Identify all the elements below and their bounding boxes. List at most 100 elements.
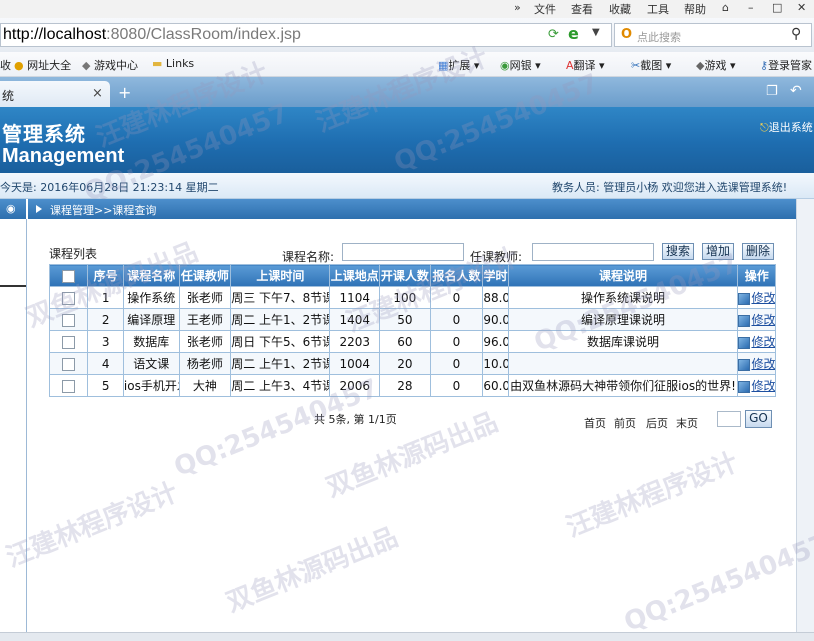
cell-no: 4 [87, 352, 124, 375]
edit-icon[interactable] [738, 380, 751, 393]
favorites-bar: 收 ● 网址大全 ◆ 游戏中心 ▬ Links ▦扩展 ▾ ◉网银 ▾ A翻译 … [0, 52, 814, 77]
row-select-cell[interactable] [48, 374, 89, 397]
row-checkbox[interactable] [62, 379, 76, 393]
edit-link[interactable]: 修改 [751, 313, 774, 327]
toolbar-bank[interactable]: ◉网银 ▾ [500, 57, 541, 73]
menu-tools[interactable]: 工具 [647, 1, 669, 17]
new-tab-icon[interactable]: + [118, 83, 131, 102]
toolbar-extensions[interactable]: ▦扩展 ▾ [438, 57, 479, 73]
cell-no: 3 [87, 330, 124, 353]
app-title-en: Management [2, 145, 125, 167]
cell-place: 1104 [329, 286, 381, 309]
collapse-icon[interactable]: ◉ [6, 202, 16, 215]
menu-favorites[interactable]: 收藏 [609, 1, 631, 17]
table-row: 4 语文课 杨老师 周二 上午1、2节课 1004 20 0 10.0 修改 [48, 352, 776, 375]
undo-icon[interactable]: ↶ [790, 83, 802, 99]
edit-icon[interactable] [738, 358, 751, 371]
menu-file[interactable]: 文件 [534, 1, 556, 17]
col-header-place: 上课地点 [329, 264, 381, 287]
url-path: :8080/ClassRoom/index.jsp [106, 26, 301, 43]
row-select-cell[interactable] [48, 308, 89, 331]
info-bar: 今天是: 2016年06月28日 21:23:14 星期二 教务人员: 管理员小… [0, 173, 814, 199]
cell-desc [507, 352, 739, 375]
close-tab-icon[interactable]: × [92, 86, 103, 101]
fav-label: Links [165, 57, 195, 70]
cell-teacher: 王老师 [178, 308, 232, 331]
left-panel-header: ◉ [0, 199, 26, 219]
edit-link[interactable]: 修改 [751, 291, 774, 305]
row-select-cell[interactable] [48, 286, 89, 309]
menu-help[interactable]: 帮助 [684, 1, 706, 17]
edit-icon[interactable] [738, 314, 751, 327]
cell-enrolled: 0 [429, 330, 484, 353]
breadcrumb: 课程管理>>课程查询 [28, 199, 802, 219]
fav-item-games[interactable]: ◆ 游戏中心 [82, 57, 138, 73]
cell-action: 修改 [737, 308, 776, 331]
teacher-label: 任课教师: [470, 250, 523, 264]
page-number-input[interactable] [717, 411, 741, 427]
row-checkbox[interactable] [62, 335, 76, 349]
row-checkbox[interactable] [62, 313, 76, 327]
delete-button[interactable]: 删除 [742, 243, 774, 260]
pin-icon[interactable]: ⌂ [722, 1, 729, 14]
cell-hours: 88.0 [482, 286, 509, 309]
toolbar-login[interactable]: ⚷登录管家 [760, 57, 812, 73]
tab-active[interactable]: 统 × [0, 81, 110, 107]
toolbar-translate[interactable]: A翻译 ▾ [566, 57, 605, 73]
app-title-cn: 管理系统 [2, 122, 86, 146]
search-box[interactable]: O 点此搜索 ⚲ [614, 23, 812, 47]
cell-desc: 由双鱼林源码大神带领你们征服ios的世界! [507, 374, 739, 397]
breadcrumb-text: 课程管理>>课程查询 [50, 204, 157, 217]
last-page-link[interactable]: 末页 [676, 415, 698, 431]
edit-link[interactable]: 修改 [751, 379, 774, 393]
refresh-icon[interactable]: ⟳ [548, 27, 559, 42]
go-button[interactable]: GO [745, 410, 772, 428]
scrollbar[interactable] [796, 199, 814, 640]
row-select-cell[interactable] [48, 352, 89, 375]
ie-mode-icon[interactable]: e [568, 24, 579, 43]
url-host: http://localhost [3, 26, 107, 43]
minimize-icon[interactable]: – [748, 1, 754, 14]
cell-capacity: 28 [379, 374, 431, 397]
row-select-cell[interactable] [48, 330, 89, 353]
prev-page-link[interactable]: 前页 [614, 415, 636, 431]
toolbar-games[interactable]: ◆游戏 ▾ [696, 57, 736, 73]
toolbar-screenshot[interactable]: ✂截图 ▾ [631, 57, 671, 73]
fav-item-links[interactable]: ▬ Links [152, 57, 194, 70]
edit-link[interactable]: 修改 [751, 357, 774, 371]
add-button[interactable]: 增加 [702, 243, 734, 260]
edit-icon[interactable] [738, 336, 751, 349]
toolbar-label: 扩展 [448, 59, 471, 72]
cell-no: 5 [87, 374, 124, 397]
chevron-down-icon[interactable]: ▼ [592, 27, 600, 38]
edit-icon[interactable] [738, 292, 751, 305]
search-icon[interactable]: ⚲ [791, 26, 801, 42]
course-name-input[interactable] [342, 243, 464, 261]
col-header-capacity: 开课人数 [379, 264, 431, 287]
close-window-icon[interactable]: ✕ [797, 1, 806, 14]
row-checkbox[interactable] [62, 291, 76, 305]
cell-name: 操作系统 [122, 286, 180, 309]
menu-overflow-icon[interactable]: » [514, 1, 521, 14]
cell-hours: 96.0 [482, 330, 509, 353]
menu-view[interactable]: 查看 [571, 1, 593, 17]
logout-link[interactable]: ⎋退出系统 [760, 119, 813, 135]
fav-label: 游戏中心 [93, 59, 138, 72]
row-checkbox[interactable] [62, 357, 76, 371]
restore-tab-icon[interactable]: ❐ [766, 84, 778, 99]
edit-link[interactable]: 修改 [751, 335, 774, 349]
select-all-checkbox[interactable] [62, 269, 76, 283]
select-all-header[interactable] [48, 264, 89, 287]
search-placeholder: 点此搜索 [637, 31, 681, 44]
first-page-link[interactable]: 首页 [584, 415, 606, 431]
cell-no: 2 [87, 308, 124, 331]
col-header-action: 操作 [737, 264, 776, 287]
next-page-link[interactable]: 后页 [646, 415, 668, 431]
bank-icon: ◉ [500, 59, 510, 72]
fav-item-sites[interactable]: ● 网址大全 [14, 57, 71, 73]
maximize-icon[interactable]: □ [772, 1, 782, 14]
teacher-input[interactable] [532, 243, 654, 261]
toolbar-label: 截图 [640, 59, 663, 72]
search-button[interactable]: 搜索 [662, 243, 694, 260]
url-field[interactable]: http://localhost:8080/ClassRoom/index.js… [0, 23, 612, 47]
